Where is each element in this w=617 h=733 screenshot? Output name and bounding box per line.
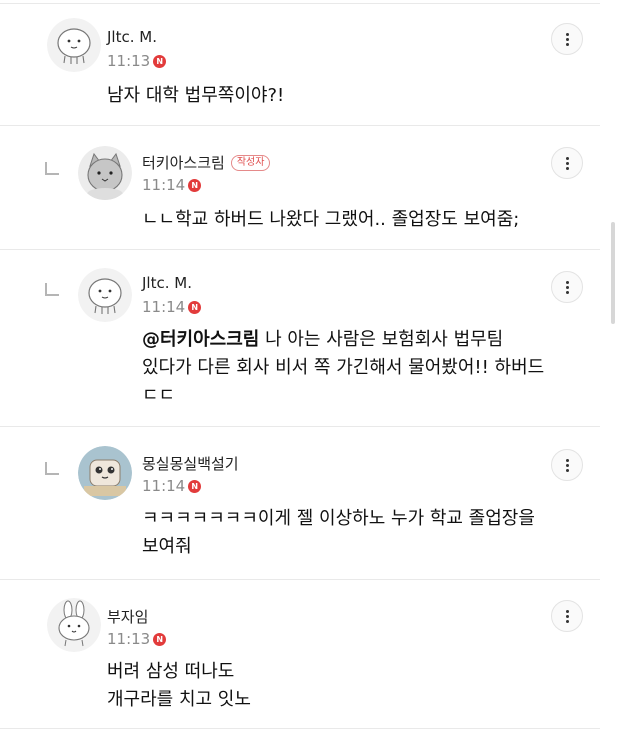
more-dot bbox=[566, 167, 569, 170]
more-options-button[interactable] bbox=[551, 147, 583, 179]
divider bbox=[0, 125, 600, 126]
new-badge: N bbox=[153, 54, 167, 68]
more-options-button[interactable] bbox=[551, 271, 583, 303]
more-dot bbox=[566, 469, 569, 472]
more-vertical-icon bbox=[566, 33, 569, 36]
comment-time: 11:14 bbox=[142, 176, 186, 194]
more-dot bbox=[566, 615, 569, 618]
comment-text: ㄴㄴ학교 하버드 나왔다 그랬어.. 졸업장도 보여줌; bbox=[142, 206, 519, 234]
new-badge: N bbox=[153, 632, 167, 646]
more-vertical-icon bbox=[566, 459, 569, 462]
scrollbar[interactable] bbox=[611, 222, 615, 324]
comment-time: 11:13 bbox=[107, 630, 151, 648]
more-dot bbox=[566, 43, 569, 46]
cat-avatar[interactable] bbox=[78, 146, 132, 200]
author-name[interactable]: Jltc. M. bbox=[142, 274, 192, 292]
comment-text: @터키아스크림 나 아는 사람은 보험회사 법무팀 있다가 다른 회사 비서 쪽… bbox=[142, 326, 544, 410]
author-name[interactable]: 터키아스크림 bbox=[142, 152, 225, 173]
writer-badge: 작성자 bbox=[230, 154, 271, 171]
comment-line: 버려 삼성 떠나도 bbox=[107, 661, 235, 682]
toast-character-avatar[interactable] bbox=[78, 446, 132, 500]
divider bbox=[0, 728, 600, 729]
divider bbox=[0, 3, 600, 4]
more-dot bbox=[566, 286, 569, 289]
reply-indent-icon bbox=[45, 162, 59, 175]
reply-indent-icon bbox=[45, 462, 59, 475]
more-dot bbox=[566, 38, 569, 41]
comment-time: 11:13 bbox=[107, 52, 151, 70]
divider bbox=[0, 249, 600, 250]
comment-line: ㅋㅋㅋㅋㅋㅋㅋ이게 젤 이상하노 누가 학교 졸업장을 bbox=[142, 508, 535, 529]
comment-line: 개구라를 치고 잇노 bbox=[107, 689, 251, 710]
mention-link[interactable]: @터키아스크림 bbox=[142, 329, 259, 350]
new-badge: N bbox=[188, 300, 202, 314]
more-dot bbox=[566, 291, 569, 294]
new-badge: N bbox=[188, 178, 202, 192]
comment-time: 11:14 bbox=[142, 477, 186, 495]
more-vertical-icon bbox=[566, 281, 569, 284]
comment-line: ㄴㄴ학교 하버드 나왔다 그랬어.. 졸업장도 보여줌; bbox=[142, 209, 520, 230]
comment-line: 있다가 다른 회사 비서 쪽 가긴해서 물어봤어!! 하버드 bbox=[142, 357, 545, 378]
author-name[interactable]: Jltc. M. bbox=[107, 28, 157, 46]
author-name[interactable]: 부자임 bbox=[107, 606, 148, 627]
divider bbox=[0, 426, 600, 427]
more-dot bbox=[566, 162, 569, 165]
comment-list: Jltc. M. 11:13 N 남자 대학 법무쪽이야?! 터키아스크림 작성… bbox=[0, 0, 617, 733]
comment-time: 11:14 bbox=[142, 298, 186, 316]
more-dot bbox=[566, 620, 569, 623]
more-dot bbox=[566, 464, 569, 467]
more-options-button[interactable] bbox=[551, 449, 583, 481]
cartoon-face-avatar[interactable] bbox=[47, 18, 101, 72]
more-options-button[interactable] bbox=[551, 23, 583, 55]
divider bbox=[0, 579, 600, 580]
comment-line-text: 나 아는 사람은 보험회사 법무팀 bbox=[259, 329, 504, 350]
new-badge: N bbox=[188, 479, 202, 493]
comment-text: 남자 대학 법무쪽이야?! bbox=[107, 82, 284, 110]
cartoon-face-avatar[interactable] bbox=[78, 268, 132, 322]
comment-line: @터키아스크림 나 아는 사람은 보험회사 법무팀 bbox=[142, 326, 544, 354]
comment-text: ㅋㅋㅋㅋㅋㅋㅋ이게 젤 이상하노 누가 학교 졸업장을 보여줘 bbox=[142, 505, 535, 561]
reply-indent-icon bbox=[45, 283, 59, 296]
more-options-button[interactable] bbox=[551, 600, 583, 632]
author-name[interactable]: 몽실몽실백설기 bbox=[142, 453, 239, 474]
comment-line: ㄷㄷ bbox=[142, 385, 176, 406]
more-vertical-icon bbox=[566, 610, 569, 613]
comment-line: 보여줘 bbox=[142, 536, 192, 557]
more-vertical-icon bbox=[566, 157, 569, 160]
bunny-avatar[interactable] bbox=[47, 598, 101, 652]
comment-text: 버려 삼성 떠나도 개구라를 치고 잇노 bbox=[107, 658, 251, 714]
comment-line: 남자 대학 법무쪽이야?! bbox=[107, 85, 285, 106]
